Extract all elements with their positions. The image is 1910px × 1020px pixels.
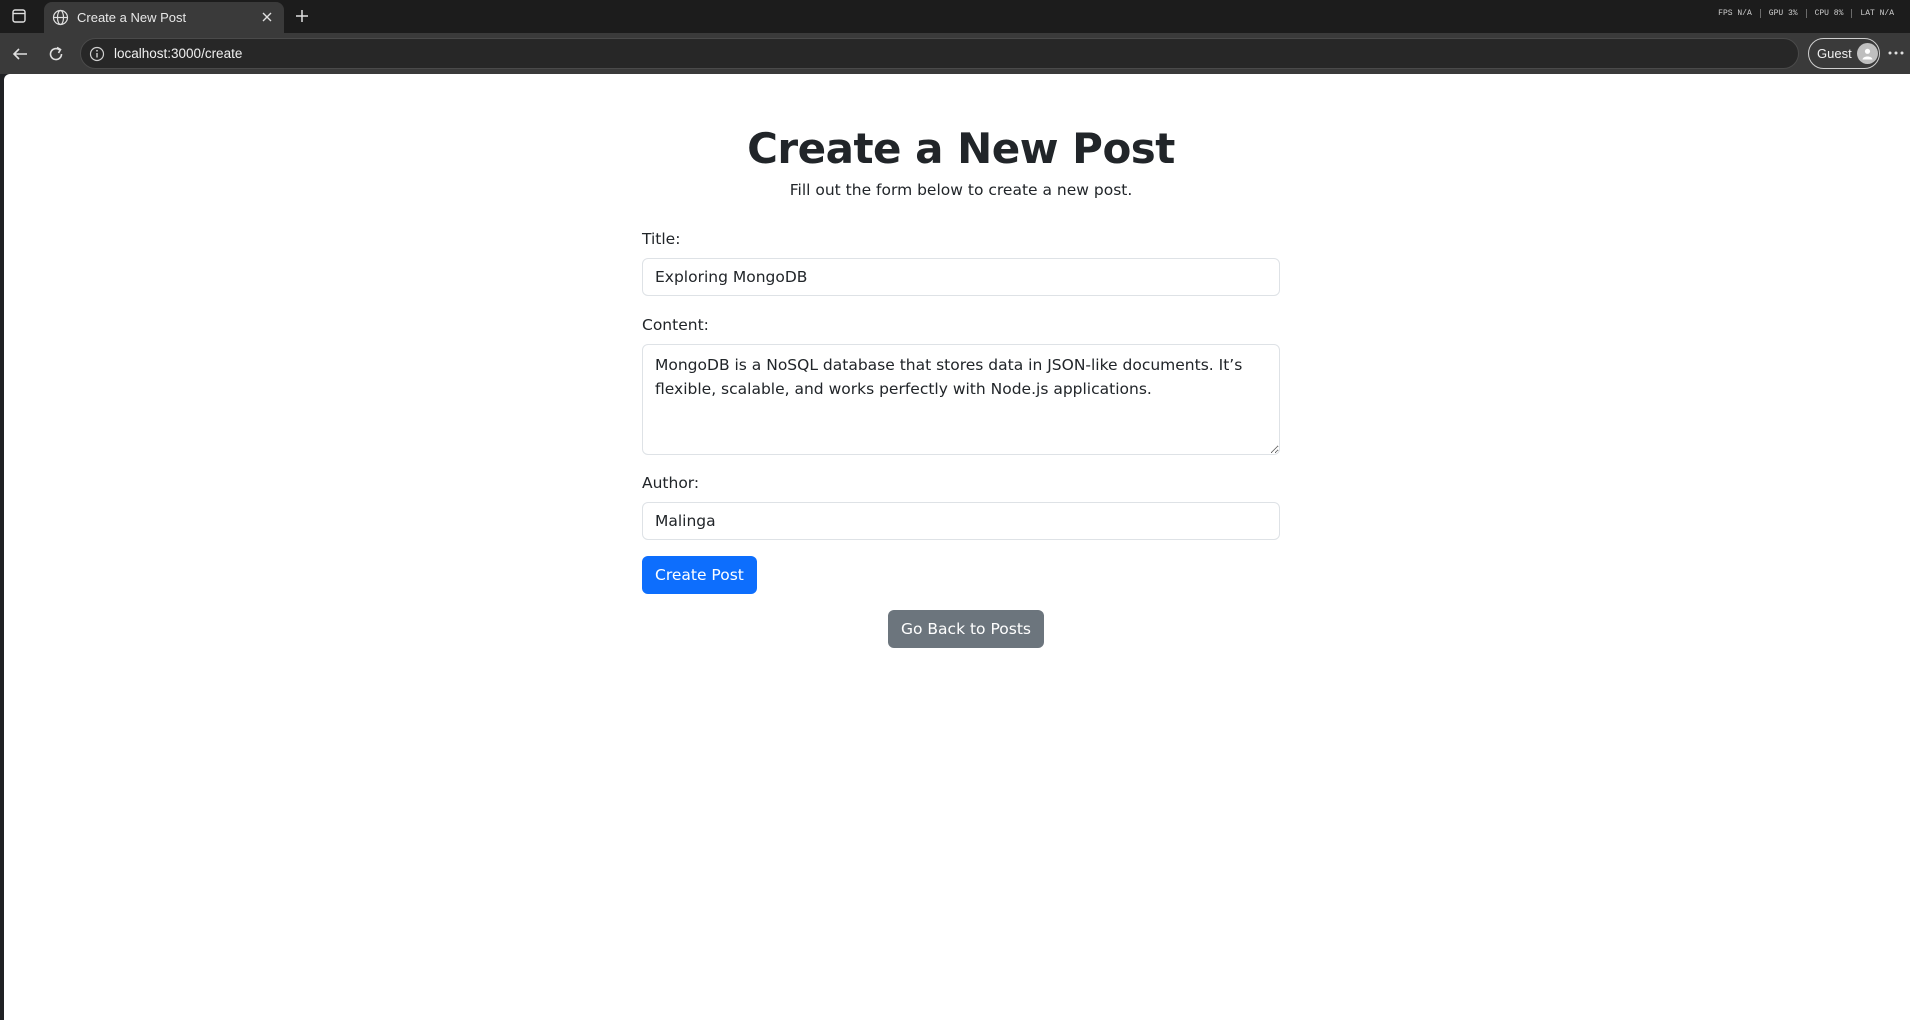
profile-button[interactable]: Guest (1808, 38, 1880, 69)
globe-icon (52, 9, 69, 26)
url-text: localhost:3000/create (114, 46, 243, 61)
go-back-button[interactable]: Go Back to Posts (888, 610, 1044, 648)
page-subtitle: Fill out the form below to create a new … (789, 181, 1133, 199)
reload-icon[interactable] (45, 43, 66, 64)
title-input[interactable] (642, 258, 1280, 296)
back-arrow-icon[interactable] (9, 43, 30, 64)
author-input[interactable] (642, 502, 1280, 540)
site-info-icon[interactable] (89, 46, 105, 62)
content-textarea[interactable]: MongoDB is a NoSQL database that stores … (642, 344, 1280, 455)
address-bar[interactable]: localhost:3000/create (80, 38, 1799, 69)
performance-stats: FPS N/A GPU 3% CPU 8% LAT N/A (1710, 9, 1902, 18)
page-title: Create a New Post (747, 124, 1175, 173)
create-post-button[interactable]: Create Post (642, 556, 757, 594)
fps-stat: FPS N/A (1710, 9, 1761, 18)
profile-label: Guest (1817, 46, 1852, 61)
title-label: Title: (642, 230, 681, 248)
cpu-stat: CPU 8% (1807, 9, 1853, 18)
sidebar-toggle-icon[interactable] (11, 8, 27, 24)
gpu-stat: GPU 3% (1761, 9, 1807, 18)
tab-strip: Create a New Post FPS N/A GPU 3% CPU 8% … (0, 0, 1910, 33)
tab-close-icon[interactable] (258, 8, 276, 26)
content-label: Content: (642, 316, 709, 334)
tab-title: Create a New Post (77, 10, 187, 25)
more-options-icon[interactable] (1887, 45, 1905, 61)
browser-toolbar: localhost:3000/create Guest (0, 33, 1910, 74)
new-tab-icon[interactable] (292, 6, 312, 26)
page-viewport: Create a New Post Fill out the form belo… (4, 74, 1910, 1020)
browser-tab[interactable]: Create a New Post (44, 2, 284, 33)
avatar-icon (1856, 43, 1878, 64)
lat-stat: LAT N/A (1860, 9, 1894, 18)
author-label: Author: (642, 474, 700, 492)
